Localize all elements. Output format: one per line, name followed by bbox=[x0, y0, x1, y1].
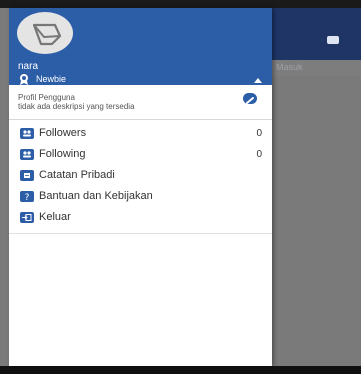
profile-title: Profil Pengguna bbox=[18, 93, 75, 102]
menu-label: Following bbox=[39, 148, 86, 160]
user-name: nara bbox=[18, 61, 39, 72]
badge-icon bbox=[20, 74, 28, 85]
rank-label: Newbie bbox=[36, 74, 67, 84]
note-icon bbox=[20, 170, 34, 181]
divider bbox=[9, 233, 272, 234]
status-bar bbox=[0, 0, 361, 8]
menu-label: Bantuan dan Kebijakan bbox=[39, 190, 153, 202]
profile-description: tidak ada deskripsi yang tersedia bbox=[18, 102, 135, 111]
avatar-placeholder-icon bbox=[18, 13, 72, 53]
app-bar bbox=[272, 8, 361, 60]
help-icon: ? bbox=[20, 191, 34, 202]
avatar[interactable] bbox=[17, 12, 73, 54]
menu-item-personal-notes[interactable]: Catatan Pribadi bbox=[9, 167, 272, 187]
rank-row[interactable]: Newbie bbox=[18, 73, 264, 85]
profile-section[interactable]: Profil Pengguna tidak ada deskripsi yang… bbox=[9, 85, 272, 119]
menu-label: Followers bbox=[39, 127, 87, 139]
menu-label: Catatan Pribadi bbox=[39, 169, 115, 181]
following-count: 0 bbox=[256, 149, 262, 160]
edit-profile-button[interactable] bbox=[243, 93, 257, 104]
navigation-bar bbox=[0, 366, 361, 374]
divider bbox=[9, 119, 272, 120]
followers-count: 0 bbox=[256, 128, 262, 139]
menu-item-help-policy[interactable]: ? Bantuan dan Kebijakan bbox=[9, 188, 272, 208]
navigation-drawer: nara Newbie Profil Pengguna tidak ada de… bbox=[9, 8, 272, 366]
pencil-icon bbox=[246, 97, 254, 104]
chevron-up-icon[interactable] bbox=[254, 78, 262, 83]
logout-icon bbox=[20, 212, 34, 223]
menu-label: Keluar bbox=[39, 211, 71, 223]
drawer-header: nara Newbie bbox=[9, 8, 272, 85]
app-bar-icon[interactable] bbox=[327, 36, 339, 44]
menu-item-following[interactable]: Following 0 bbox=[9, 146, 272, 166]
svg-text:?: ? bbox=[25, 193, 30, 202]
menu-item-followers[interactable]: Followers 0 bbox=[9, 125, 272, 145]
people-icon bbox=[20, 128, 34, 139]
menu-item-logout[interactable]: Keluar bbox=[9, 209, 272, 229]
people-icon bbox=[20, 149, 34, 160]
subbar-text: Masuk bbox=[276, 62, 303, 72]
